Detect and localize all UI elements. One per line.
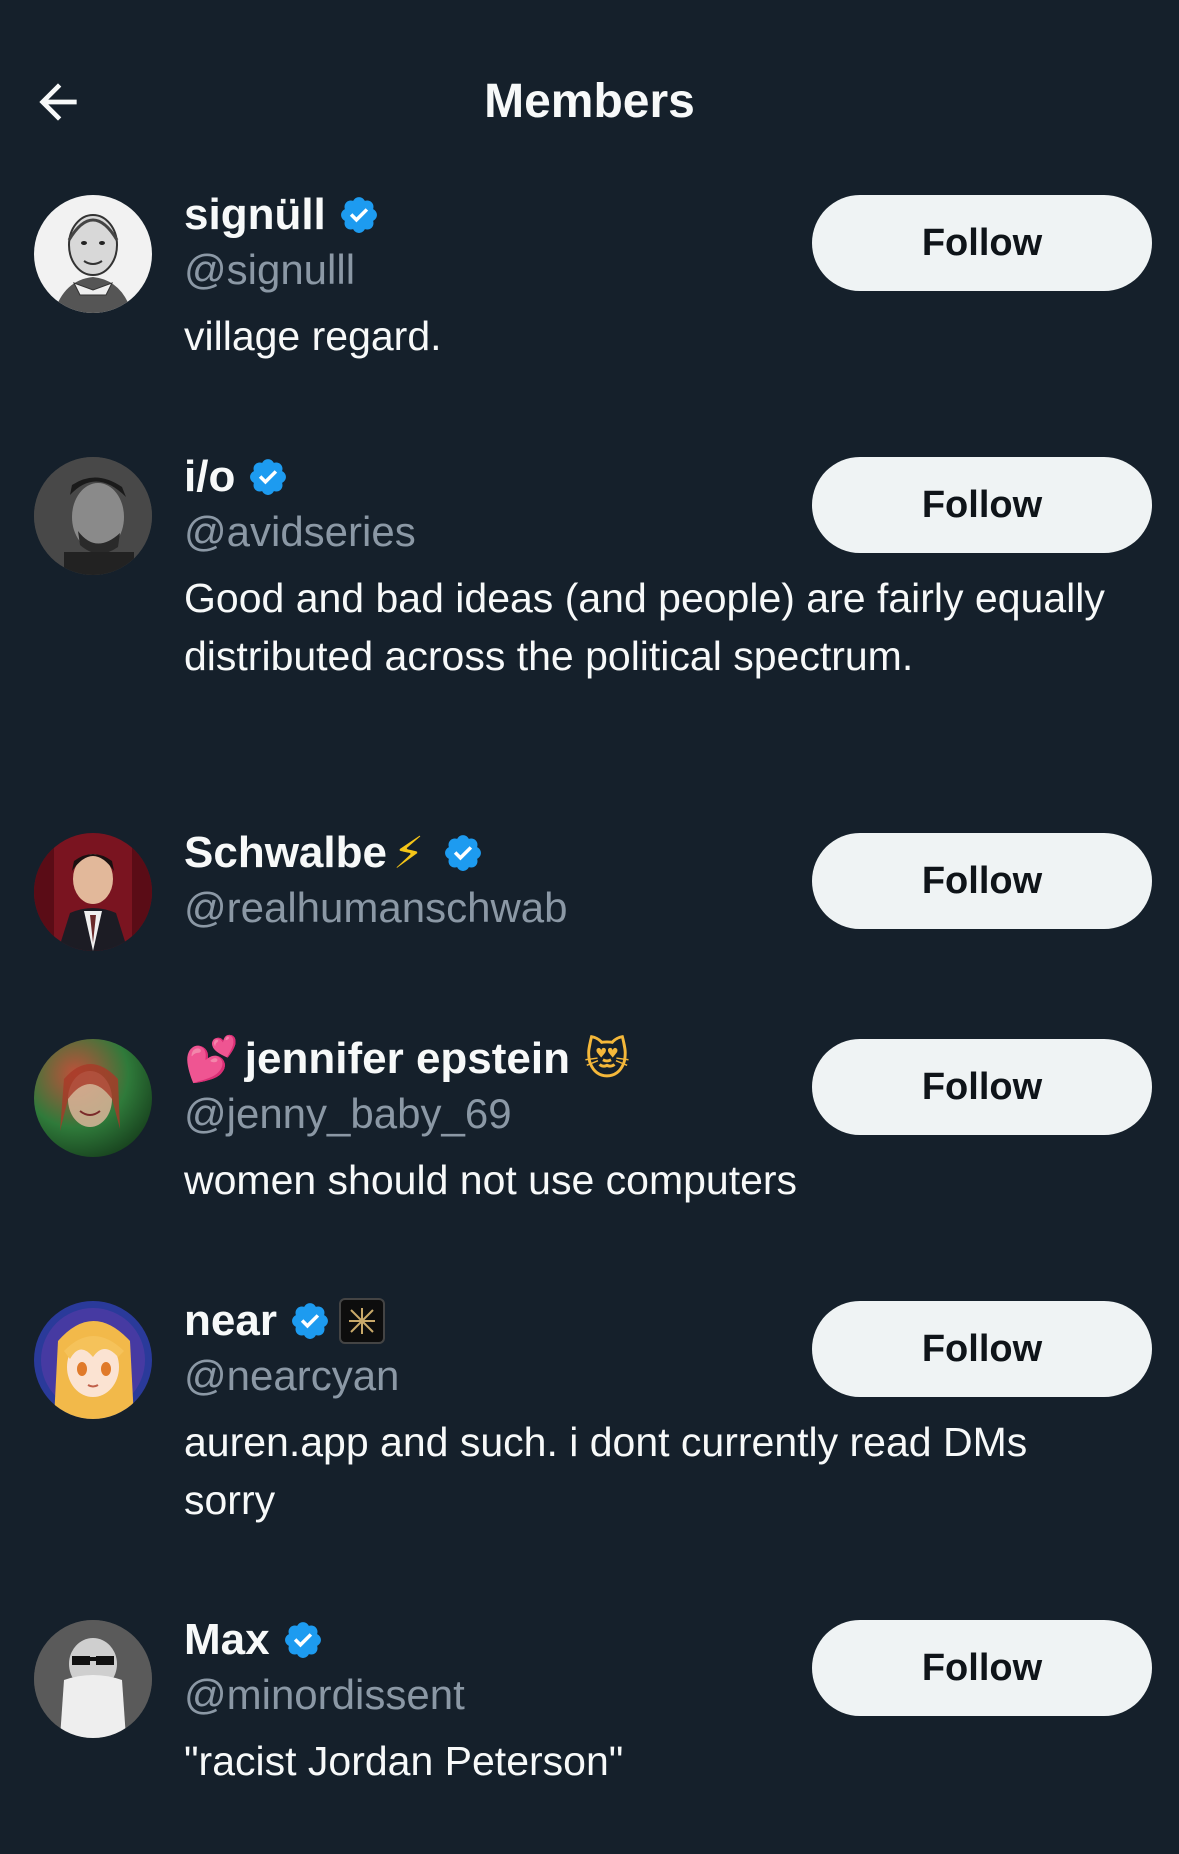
follow-button[interactable]: Follow	[812, 1301, 1152, 1397]
members-screen: Members signüll @signulll village regard…	[0, 0, 1179, 1854]
verified-badge-icon	[340, 197, 377, 233]
follow-button[interactable]: Follow	[812, 1039, 1152, 1135]
member-name: i/o	[184, 452, 236, 501]
follow-button[interactable]: Follow	[812, 833, 1152, 929]
member-bio: village regard.	[184, 313, 442, 359]
avatar[interactable]	[34, 1039, 152, 1157]
member-name: near	[184, 1296, 277, 1345]
member-bio: Good and bad ideas (and people) are fair…	[184, 575, 1105, 679]
avatar[interactable]	[34, 195, 152, 313]
member-bio: auren.app and such. i dont currently rea…	[184, 1419, 1028, 1523]
avatar[interactable]	[34, 1620, 152, 1738]
page-title: Members	[484, 75, 695, 128]
member-name: signüll	[184, 190, 326, 239]
two-hearts-emoji-icon: 💕	[184, 1034, 239, 1085]
header: Members	[0, 0, 1179, 165]
member-name: jennifer epstein	[244, 1034, 570, 1083]
verified-badge-icon	[292, 1303, 328, 1339]
avatar[interactable]	[34, 457, 152, 575]
follow-button[interactable]: Follow	[812, 195, 1152, 291]
verified-badge-icon	[250, 459, 287, 495]
verified-badge-icon	[284, 1622, 321, 1658]
avatar[interactable]	[34, 833, 152, 951]
heart-eyes-cat-emoji-icon: 😻	[583, 1033, 630, 1085]
member-name: Max	[184, 1615, 270, 1664]
follow-button[interactable]: Follow	[812, 1620, 1152, 1716]
member-bio: women should not use computers	[184, 1157, 798, 1203]
follow-button[interactable]: Follow	[812, 457, 1152, 553]
member-name: Schwalbe	[184, 828, 387, 877]
lightning-emoji-icon: ⚡	[392, 827, 424, 879]
avatar[interactable]	[34, 1301, 152, 1419]
member-bio: "racist Jordan Peterson"	[184, 1738, 624, 1784]
verified-badge-icon	[444, 835, 481, 871]
affiliation-badge-icon	[338, 1298, 385, 1344]
